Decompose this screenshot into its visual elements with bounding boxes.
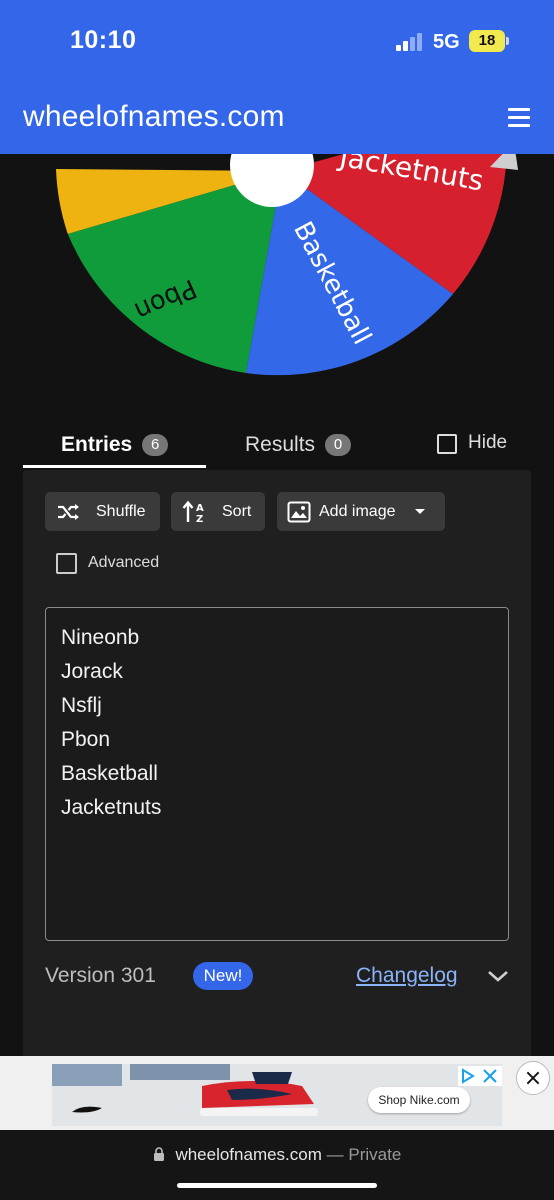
close-ad-icon[interactable]	[516, 1061, 550, 1095]
adchoices-icon[interactable]	[458, 1066, 502, 1086]
entries-count-badge: 6	[142, 434, 169, 456]
entry-line: Nineonb	[61, 626, 140, 649]
advanced-label: Advanced	[88, 554, 160, 571]
shuffle-icon	[58, 503, 79, 520]
add-image-label: Add image	[319, 502, 396, 520]
sort-button[interactable]: A Z Sort	[171, 492, 265, 531]
sort-icon: A Z	[182, 500, 204, 524]
signal-icon	[396, 33, 424, 51]
svg-text:A: A	[196, 503, 204, 514]
app-root: Jacketnuts Basketball Pbon 10:10 5G 18 w…	[0, 0, 554, 1200]
shuffle-label: Shuffle	[96, 502, 146, 520]
status-time: 10:10	[70, 26, 137, 54]
hide-label: Hide	[468, 432, 508, 453]
entry-line: Jacketnuts	[61, 796, 162, 819]
hide-checkbox[interactable]	[437, 434, 457, 454]
tab-results[interactable]: Results 0	[245, 430, 352, 460]
shuffle-button[interactable]: Shuffle	[45, 492, 160, 531]
shop-nike-button[interactable]: Shop Nike.com	[368, 1087, 470, 1113]
tab-entries[interactable]: Entries 6	[61, 430, 169, 460]
lock-icon	[153, 1147, 164, 1161]
battery-icon: 18	[469, 30, 505, 52]
tab-results-label: Results	[245, 433, 316, 456]
chevron-down-icon[interactable]	[486, 968, 510, 984]
home-indicator[interactable]	[177, 1183, 377, 1188]
top-bar: 10:10 5G 18 wheelofnames.com	[0, 0, 554, 154]
site-title[interactable]: wheelofnames.com	[23, 100, 285, 134]
image-icon	[287, 501, 311, 522]
advanced-checkbox[interactable]	[56, 553, 77, 574]
active-tab-indicator	[23, 465, 206, 468]
entry-line: Nsflj	[61, 694, 102, 717]
tab-entries-label: Entries	[61, 433, 133, 456]
version-text: Version 301	[45, 964, 156, 987]
svg-text:Z: Z	[196, 514, 203, 524]
entry-line: Pbon	[61, 728, 111, 751]
address-url: wheelofnames.com	[175, 1145, 322, 1164]
entries-textarea[interactable]: Nineonb Jorack Nsflj Pbon Basketball Jac…	[45, 607, 509, 941]
entry-line: Jorack	[61, 660, 123, 683]
dropdown-caret-icon	[414, 508, 425, 514]
network-type: 5G	[433, 31, 460, 53]
battery-cap	[506, 37, 509, 45]
add-image-button[interactable]: Add image	[277, 492, 445, 531]
address-bar[interactable]: wheelofnames.com — Private	[0, 1145, 554, 1165]
hamburger-menu-icon[interactable]	[508, 108, 532, 128]
changelog-link[interactable]: Changelog	[356, 964, 458, 988]
entry-line: Basketball	[61, 762, 158, 785]
new-badge: New!	[193, 962, 253, 990]
sort-label: Sort	[222, 502, 252, 520]
private-mode-label: — Private	[326, 1145, 402, 1164]
browser-bottom-bar	[0, 1130, 554, 1200]
results-count-badge: 0	[325, 434, 352, 456]
